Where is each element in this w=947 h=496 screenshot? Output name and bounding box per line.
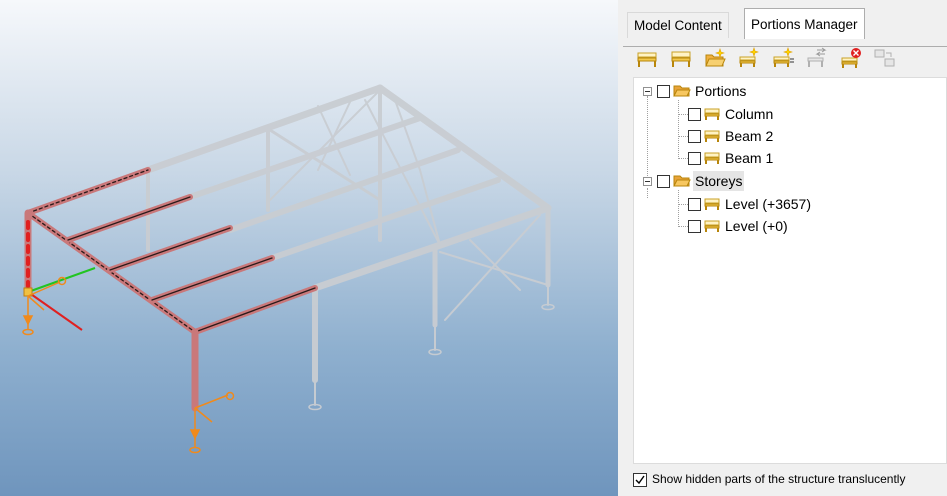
tree-label-column: Column [725,106,774,122]
portion-icon [704,130,720,142]
tree-node-beam-2[interactable]: Beam 2 [634,126,934,146]
level-0-checkbox[interactable] [688,220,701,233]
tree-label-beam-2: Beam 2 [725,128,774,144]
tree-label-beam-1: Beam 1 [725,150,774,166]
translucent-label: Show hidden parts of the structure trans… [652,472,906,486]
edit-portion-button[interactable] [667,44,695,72]
add-portion-button[interactable] [735,44,763,72]
folder-open-icon [673,175,691,187]
axis-gizmo [23,267,96,331]
portion-icon [704,198,720,210]
merge-portion-icon [874,49,895,67]
portions-checkbox[interactable] [657,85,670,98]
tree-node-storeys[interactable]: Storeys [634,171,934,191]
delete-portion-icon [841,48,861,68]
structure-model [22,84,555,454]
tab-bar: Model Content Portions Manager [623,8,947,47]
new-folder-button[interactable] [701,44,729,72]
tree-node-beam-1[interactable]: Beam 1 [634,148,934,168]
add-level-button[interactable] [769,44,797,72]
add-level-icon [773,47,794,67]
new-portion-icon [637,52,657,67]
tree-node-level-3657[interactable]: Level (+3657) [634,194,934,214]
translucent-checkbox[interactable] [633,473,647,487]
tree-node-portions[interactable]: Portions [634,81,934,101]
portions-panel: Model Content Portions Manager Portions … [623,0,947,496]
beam-1-checkbox[interactable] [688,152,701,165]
3d-model-viewport[interactable] [0,0,618,496]
portion-icon [704,152,720,164]
merge-portion-button[interactable] [871,44,899,72]
tree-label-level-3657: Level (+3657) [725,196,812,212]
supports [22,276,235,454]
tree-node-column[interactable]: Column [634,104,934,124]
new-folder-icon [705,48,726,67]
beam-2-checkbox[interactable] [688,130,701,143]
add-portion-icon [739,47,759,67]
checkmark-icon [635,475,645,485]
portion-icon [704,220,720,232]
portions-toolbar [633,44,947,74]
portion-icon [704,108,720,120]
tree-label-storeys: Storeys [693,171,745,191]
portions-tree: Portions Column Beam 2 Beam 1 Storeys Le… [633,77,947,464]
new-portion-button[interactable] [633,44,661,72]
level-3657-checkbox[interactable] [688,198,701,211]
tab-portions-manager[interactable]: Portions Manager [744,8,865,39]
collapse-toggle[interactable] [643,87,652,96]
selected-members [24,167,318,412]
tree-label-level-0: Level (+0) [725,218,788,234]
move-portion-button[interactable] [803,44,831,72]
move-portion-icon [807,47,827,67]
delete-portion-button[interactable] [837,44,865,72]
translucent-structure [144,84,555,411]
folder-open-icon [673,85,691,97]
column-checkbox[interactable] [688,108,701,121]
tree-label-portions: Portions [695,83,747,99]
tree-node-level-0[interactable]: Level (+0) [634,216,934,236]
tab-model-content[interactable]: Model Content [627,12,729,38]
edit-portion-icon [671,51,691,67]
collapse-toggle[interactable] [643,177,652,186]
storeys-checkbox[interactable] [657,175,670,188]
translucent-option[interactable]: Show hidden parts of the structure trans… [633,470,947,492]
